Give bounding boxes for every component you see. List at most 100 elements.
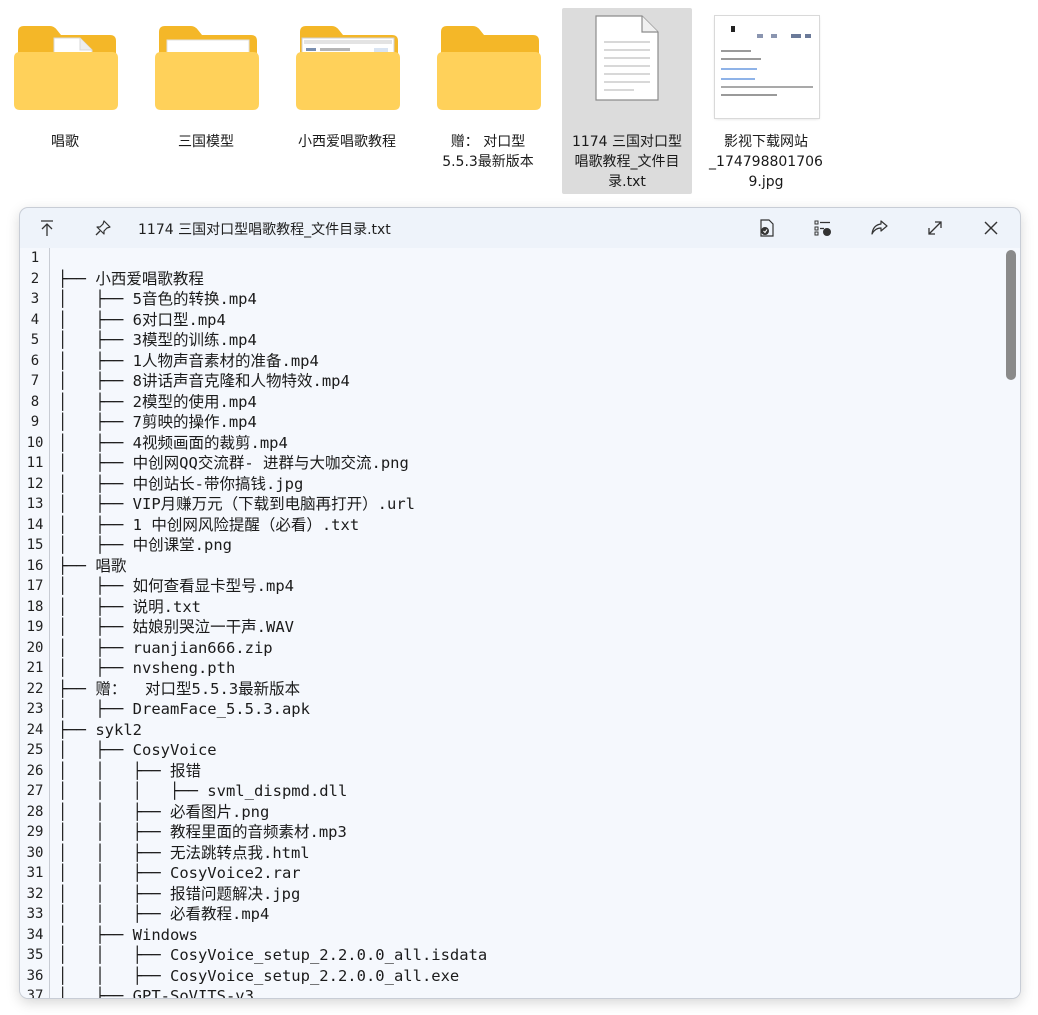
- line-text: │ ├── 姑娘别哭泣一干声.WAV: [58, 618, 294, 636]
- text-line: 37 │ ├── GPT-SoVITS-v3: [20, 986, 1000, 998]
- text-line: 18 │ ├── 说明.txt: [20, 597, 1000, 618]
- line-text: │ ├── Windows: [58, 925, 198, 944]
- line-number: 11: [26, 455, 44, 471]
- line-number: 5: [30, 332, 40, 348]
- image-thumbnail-icon: [711, 10, 821, 120]
- text-line: 2 ├── 小西爱唱歌教程: [20, 269, 1000, 290]
- pin-button[interactable]: [83, 214, 123, 242]
- line-number: 26: [26, 762, 44, 779]
- text-line: 20 │ ├── ruanjian666.zip: [20, 638, 1000, 659]
- line-text: │ ├── nvsheng.pth: [58, 659, 236, 677]
- text-line: 15 │ ├── 中创课堂.png: [20, 535, 1000, 556]
- line-text: │ ├── 1人物声音素材的准备.mp4: [58, 351, 319, 370]
- file-name: 赠： 对口型 5.5.3最新版本: [442, 134, 534, 170]
- line-text: │ ├── 4视频画面的裁剪.mp4: [58, 433, 288, 452]
- share-button[interactable]: [859, 214, 899, 242]
- expand-button[interactable]: [915, 214, 955, 242]
- file-item-folder[interactable]: 三国模型: [141, 8, 271, 194]
- line-text: │ ├── 6对口型.mp4: [58, 310, 226, 329]
- line-number: 36: [26, 967, 44, 984]
- close-button[interactable]: [971, 214, 1011, 242]
- line-number: 33: [26, 906, 44, 922]
- folder-icon: [151, 10, 261, 120]
- line-text: │ │ ├── 报错: [58, 761, 201, 780]
- text-line: 22 ├── 赠： 对口型5.5.3最新版本: [20, 679, 1000, 700]
- close-icon: [984, 221, 998, 235]
- line-text: │ │ ├── 无法跳转点我.html: [58, 843, 310, 862]
- line-number: 21: [26, 660, 44, 676]
- details-button[interactable]: [803, 214, 843, 242]
- line-text: │ ├── CosyVoice: [58, 741, 217, 759]
- line-number: 34: [26, 926, 44, 943]
- line-number: 27: [26, 783, 44, 799]
- line-text: │ ├── 1 中创网风险提醒（必看）.txt: [58, 515, 360, 534]
- line-number: 9: [30, 414, 40, 430]
- file-item-folder[interactable]: 唱歌: [0, 8, 130, 194]
- line-number: 6: [30, 352, 40, 369]
- text-line: 7 │ ├── 8讲话声音克隆和人物特效.mp4: [20, 371, 1000, 392]
- line-number: 28: [26, 803, 44, 820]
- quick-look-window: 1174 三国对口型唱歌教程_文件目录.txt 1 2 ├── 小西爱唱歌教程 …: [20, 208, 1020, 998]
- file-item-text-file[interactable]: 1174 三国对口型 唱歌教程_文件目 录.txt: [562, 8, 692, 194]
- line-number: 16: [26, 557, 44, 574]
- text-line: 23 │ ├── DreamFace_5.5.3.apk: [20, 699, 1000, 720]
- line-text: │ │ │ ├── svml_dispmd.dll: [58, 782, 348, 800]
- line-text: │ ├── 中创课堂.png: [58, 536, 232, 554]
- text-line: 10 │ ├── 4视频画面的裁剪.mp4: [20, 433, 1000, 454]
- line-number: 29: [26, 824, 44, 840]
- line-text: │ │ ├── 教程里面的音频素材.mp3: [58, 823, 347, 841]
- line-text: │ │ ├── CosyVoice_setup_2.2.0.0_all.isda…: [58, 946, 488, 964]
- text-line: 30 │ │ ├── 无法跳转点我.html: [20, 843, 1000, 864]
- line-number: 31: [26, 865, 44, 881]
- line-text: │ │ ├── 必看教程.mp4: [58, 905, 270, 923]
- open-file-icon: [760, 219, 774, 237]
- text-line: 5 │ ├── 3模型的训练.mp4: [20, 330, 1000, 351]
- text-line: 33 │ │ ├── 必看教程.mp4: [20, 904, 1000, 925]
- line-text: │ ├── 3模型的训练.mp4: [58, 331, 257, 349]
- text-line: 25 │ ├── CosyVoice: [20, 740, 1000, 761]
- text-line: 14 │ ├── 1 中创网风险提醒（必看）.txt: [20, 515, 1000, 536]
- file-name: 1174 三国对口型 唱歌教程_文件目 录.txt: [571, 134, 683, 190]
- line-text: ├── 小西爱唱歌教程: [58, 269, 204, 288]
- details-list-icon: [814, 220, 831, 236]
- file-grid: 唱歌 三国模型 小西爱唱歌教程 赠： 对口型 5.5.3最新版本 1174 三国…: [0, 0, 1038, 200]
- file-item-image-file[interactable]: 影视下载网站 _174798801706 9.jpg: [701, 8, 831, 194]
- text-line: 29 │ │ ├── 教程里面的音频素材.mp3: [20, 822, 1000, 843]
- line-text: │ ├── 2模型的使用.mp4: [58, 392, 257, 411]
- text-line: 12 │ ├── 中创站长-带你搞钱.jpg: [20, 474, 1000, 495]
- line-number: 13: [26, 496, 44, 512]
- line-text: │ ├── 5音色的转换.mp4: [58, 290, 257, 308]
- file-item-folder[interactable]: 赠： 对口型 5.5.3最新版本: [423, 8, 553, 194]
- text-viewer[interactable]: 1 2 ├── 小西爱唱歌教程 3 │ ├── 5音色的转换.mp4 4 │ ├── 6对口…: [20, 248, 1020, 998]
- text-line: 31 │ │ ├── CosyVoice2.rar: [20, 863, 1000, 884]
- file-name: 小西爱唱歌教程: [298, 134, 396, 150]
- open-with-button[interactable]: [747, 214, 787, 242]
- text-line: 11 │ ├── 中创网QQ交流群- 进群与大咖交流.png: [20, 453, 1000, 474]
- line-number: 37: [26, 988, 44, 998]
- text-line: 6 │ ├── 1人物声音素材的准备.mp4: [20, 351, 1000, 372]
- line-number: 35: [26, 947, 44, 963]
- scrollbar-thumb[interactable]: [1006, 250, 1016, 380]
- go-to-top-button[interactable]: [27, 214, 67, 242]
- text-line: 36 │ │ ├── CosyVoice_setup_2.2.0.0_all.ex…: [20, 966, 1000, 987]
- line-number: 23: [26, 701, 44, 717]
- text-line: 32 │ │ ├── 报错问题解决.jpg: [20, 884, 1000, 905]
- line-number: 19: [26, 619, 44, 635]
- line-number: 24: [26, 721, 44, 738]
- file-name: 唱歌: [51, 134, 79, 150]
- file-item-folder[interactable]: 小西爱唱歌教程: [282, 8, 412, 194]
- expand-icon: [928, 221, 942, 235]
- window-title: 1174 三国对口型唱歌教程_文件目录.txt: [138, 222, 391, 238]
- text-line: 19 │ ├── 姑娘别哭泣一干声.WAV: [20, 617, 1000, 638]
- text-line: 3 │ ├── 5音色的转换.mp4: [20, 289, 1000, 310]
- line-number: 15: [26, 537, 44, 553]
- line-text: │ ├── 说明.txt: [58, 597, 201, 616]
- text-line: 24 ├── sykl2: [20, 720, 1000, 741]
- line-text: │ ├── 中创站长-带你搞钱.jpg: [58, 474, 304, 493]
- line-text: │ ├── VIP月赚万元（下载到电脑再打开）.url: [58, 495, 415, 513]
- line-number: 25: [26, 742, 44, 758]
- vertical-scrollbar[interactable]: [1004, 248, 1018, 998]
- line-number: 8: [30, 393, 40, 410]
- line-text: │ ├── 中创网QQ交流群- 进群与大咖交流.png: [58, 454, 409, 472]
- line-number: 3: [30, 291, 40, 307]
